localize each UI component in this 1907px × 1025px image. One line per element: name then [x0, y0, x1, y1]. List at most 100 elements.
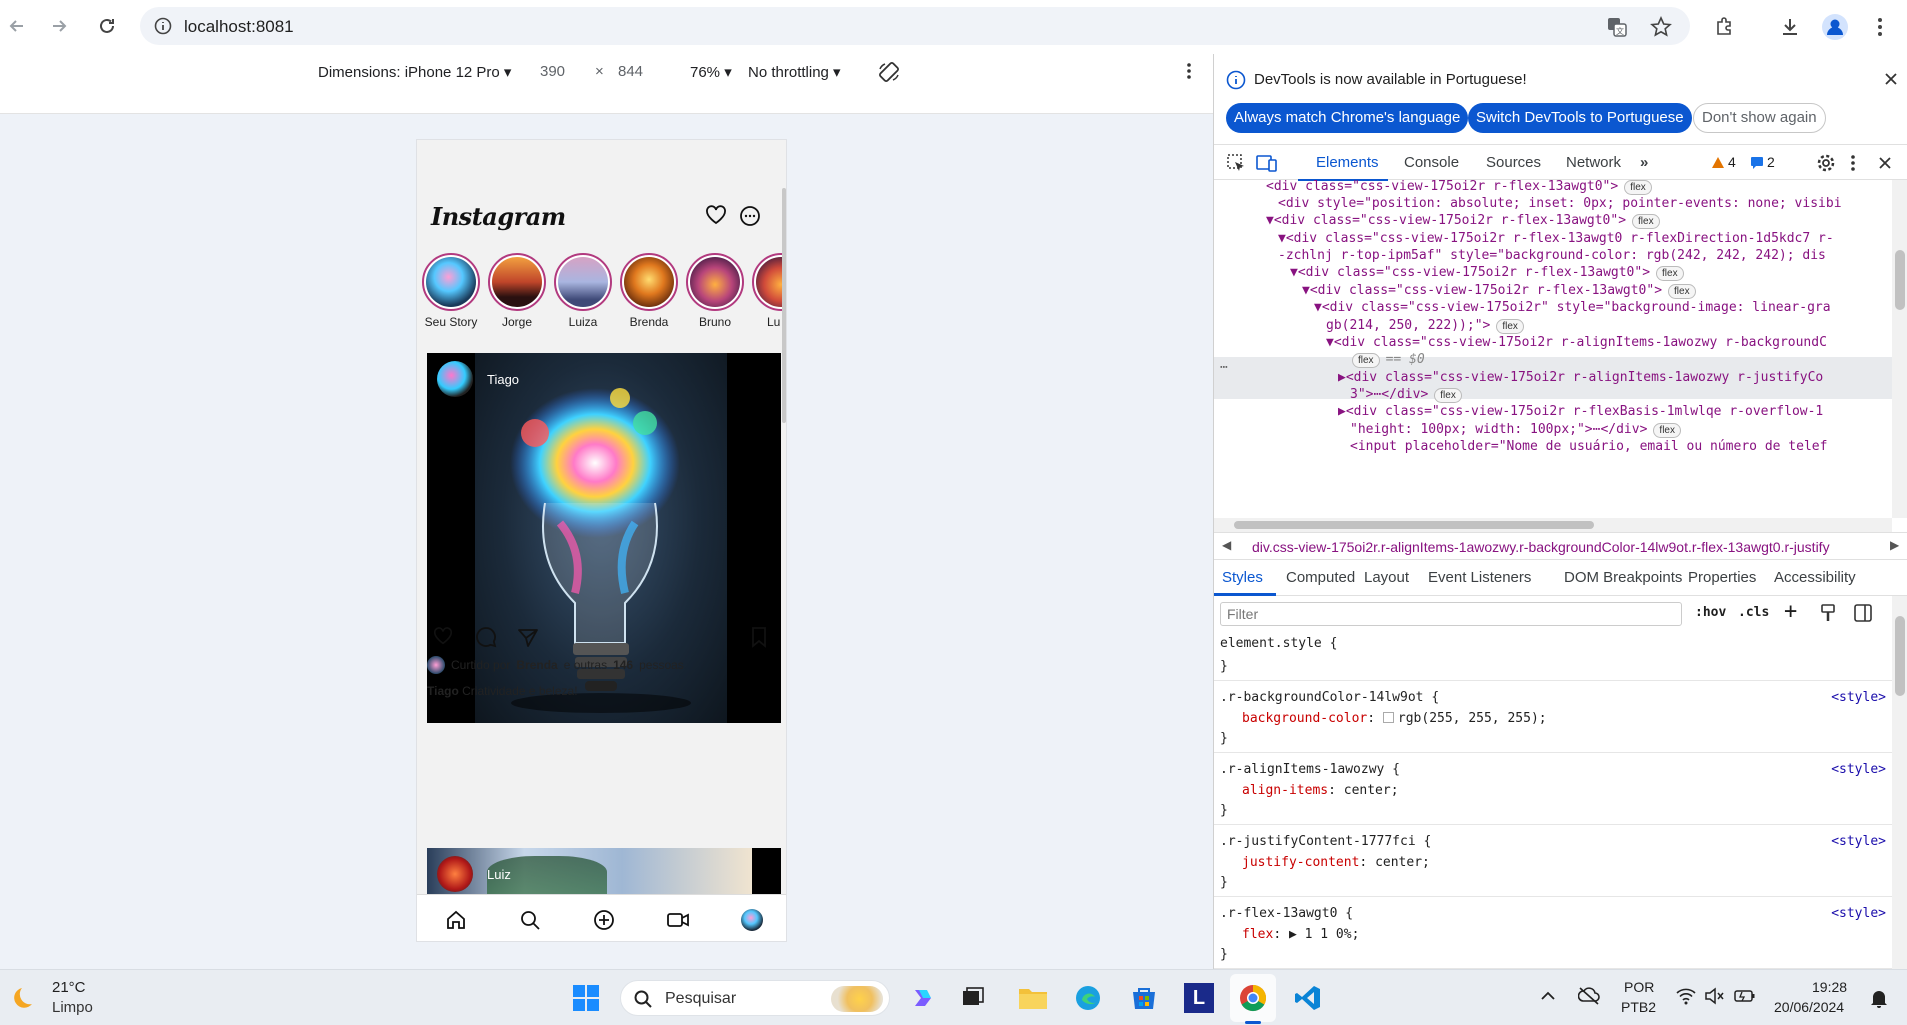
zoom-select[interactable]: 76% ▾ — [690, 63, 732, 81]
css-source-link[interactable]: <style> — [1831, 762, 1886, 777]
bookmark-star-icon[interactable] — [1650, 16, 1672, 38]
css-source-link[interactable]: <style> — [1831, 906, 1886, 921]
battery-icon[interactable] — [1734, 988, 1756, 1004]
device-toggle-icon[interactable] — [1256, 153, 1278, 173]
task-view-icon[interactable] — [955, 980, 991, 1016]
tab-elements[interactable]: Elements — [1316, 154, 1379, 171]
story-item[interactable]: Seu Story — [419, 253, 483, 329]
css-rule[interactable]: .r-alignItems-1awozwy {<style> align-item… — [1214, 760, 1892, 825]
weather-condition[interactable]: Limpo — [52, 999, 93, 1016]
css-source-link[interactable]: <style> — [1831, 834, 1886, 849]
reload-icon[interactable] — [94, 13, 120, 39]
tab-console[interactable]: Console — [1404, 154, 1459, 171]
search-icon[interactable] — [517, 907, 543, 933]
notification-bell-icon[interactable] — [1870, 988, 1888, 1008]
css-declaration[interactable]: justify-content: center; — [1242, 855, 1430, 870]
add-rule-icon[interactable]: + — [1784, 599, 1797, 624]
flex-badge[interactable]: flex — [1656, 266, 1684, 281]
styles-filter-input[interactable]: Filter — [1220, 602, 1682, 626]
device-width-input[interactable]: 390 — [540, 63, 565, 80]
rotate-icon[interactable] — [877, 60, 901, 84]
feed-scrollbar[interactable] — [782, 188, 786, 423]
css-declaration[interactable]: background-color: rgb(255, 255, 255); — [1242, 711, 1547, 726]
match-language-button[interactable]: Always match Chrome's language — [1226, 103, 1469, 133]
keyboard-layout[interactable]: PTB2 — [1621, 999, 1656, 1015]
warnings-counter[interactable]: 4 — [1711, 154, 1736, 170]
subtab-event-listeners[interactable]: Event Listeners — [1428, 569, 1531, 586]
caption-username[interactable]: Tiago — [427, 684, 459, 698]
weather-temperature[interactable]: 21°C — [52, 979, 86, 996]
inspect-element-icon[interactable] — [1226, 153, 1246, 173]
edge-icon[interactable] — [1070, 980, 1106, 1016]
home-icon[interactable] — [443, 907, 469, 933]
css-rule[interactable]: .r-justifyContent-1777fci {<style> justif… — [1214, 832, 1892, 897]
hov-toggle[interactable]: :hov — [1695, 605, 1726, 620]
breadcrumb-left-arrow[interactable]: ◀ — [1222, 538, 1231, 552]
flex-badge[interactable]: flex — [1632, 214, 1660, 229]
profile-icon[interactable] — [739, 907, 765, 933]
sidebar-toggle-icon[interactable] — [1854, 604, 1872, 622]
story-item[interactable]: Luiza — [551, 253, 615, 329]
comment-icon[interactable] — [475, 626, 497, 648]
share-icon[interactable] — [517, 626, 539, 648]
close-banner-icon[interactable] — [1884, 72, 1898, 86]
subtab-computed[interactable]: Computed — [1286, 569, 1355, 586]
reels-icon[interactable] — [665, 907, 691, 933]
device-toolbar-more-icon[interactable] — [1186, 62, 1192, 80]
create-post-icon[interactable] — [591, 907, 617, 933]
volume-muted-icon[interactable] — [1704, 987, 1724, 1005]
back-icon[interactable] — [4, 13, 30, 39]
more-tabs-icon[interactable]: » — [1640, 154, 1648, 171]
save-icon[interactable] — [750, 626, 768, 648]
windows-start-icon[interactable] — [568, 980, 604, 1016]
post-avatar[interactable] — [437, 856, 473, 892]
post-avatar[interactable] — [437, 361, 473, 397]
browser-menu-icon[interactable] — [1866, 13, 1894, 41]
heart-icon[interactable] — [705, 205, 727, 225]
dont-show-again-button[interactable]: Don't show again — [1693, 103, 1826, 133]
clock-date[interactable]: 20/06/2024 — [1774, 999, 1844, 1015]
story-item[interactable]: Jorge — [485, 253, 549, 329]
post-username[interactable]: Tiago — [487, 372, 519, 387]
copilot-icon[interactable] — [905, 980, 941, 1016]
device-height-input[interactable]: 844 — [618, 63, 643, 80]
paint-icon[interactable] — [1820, 604, 1836, 622]
dom-tree[interactable]: ⋯ <div class="css-view-175oi2r r-flex-13… — [1214, 180, 1907, 518]
liked-by-user[interactable]: Brenda — [516, 658, 557, 672]
close-devtools-icon[interactable] — [1878, 156, 1892, 170]
cls-toggle[interactable]: .cls — [1738, 605, 1769, 620]
forward-icon[interactable] — [46, 13, 72, 39]
css-source-link[interactable]: <style> — [1831, 690, 1886, 705]
styles-scrollbar[interactable] — [1892, 596, 1907, 969]
file-explorer-icon[interactable] — [1015, 980, 1051, 1016]
like-icon[interactable] — [433, 626, 453, 646]
subtab-dom-breakpoints[interactable]: DOM Breakpoints — [1564, 569, 1682, 586]
breadcrumb-path[interactable]: div.css-view-175oi2r.r-alignItems-1awozw… — [1252, 539, 1872, 555]
css-declaration[interactable]: flex: ▶ 1 1 0%; — [1242, 927, 1359, 942]
story-item[interactable]: Bruno — [683, 253, 747, 329]
download-icon[interactable] — [1776, 13, 1804, 41]
subtab-properties[interactable]: Properties — [1688, 569, 1756, 586]
css-rule[interactable]: .r-backgroundColor-14lw9ot {<style> backg… — [1214, 688, 1892, 753]
clock-time[interactable]: 19:28 — [1812, 979, 1847, 995]
color-swatch[interactable] — [1382, 712, 1394, 723]
site-info-icon[interactable] — [154, 17, 172, 35]
story-item[interactable]: Brenda — [617, 253, 681, 329]
switch-language-button[interactable]: Switch DevTools to Portuguese — [1468, 103, 1692, 133]
breadcrumb-right-arrow[interactable]: ▶ — [1890, 538, 1899, 552]
css-rule[interactable]: element.style {} — [1214, 634, 1892, 681]
dom-node-line[interactable]: <input placeholder="Nome de usuário, ema… — [1350, 436, 1827, 457]
tab-sources[interactable]: Sources — [1486, 154, 1541, 171]
sync-off-icon[interactable] — [1578, 986, 1600, 1006]
subtab-styles[interactable]: Styles — [1222, 569, 1263, 586]
post-username[interactable]: Luiz — [487, 867, 511, 882]
store-icon[interactable] — [1126, 980, 1162, 1016]
taskbar-search-box[interactable]: Pesquisar — [620, 980, 890, 1016]
extensions-icon[interactable] — [1710, 13, 1738, 41]
translate-icon[interactable]: 文 — [1606, 16, 1628, 38]
l-app-icon[interactable]: L — [1181, 980, 1217, 1016]
flex-badge[interactable]: flex — [1352, 353, 1380, 368]
devtools-menu-icon[interactable] — [1850, 153, 1856, 173]
profile-avatar[interactable] — [1821, 13, 1849, 41]
messages-counter[interactable]: 2 — [1750, 154, 1775, 170]
